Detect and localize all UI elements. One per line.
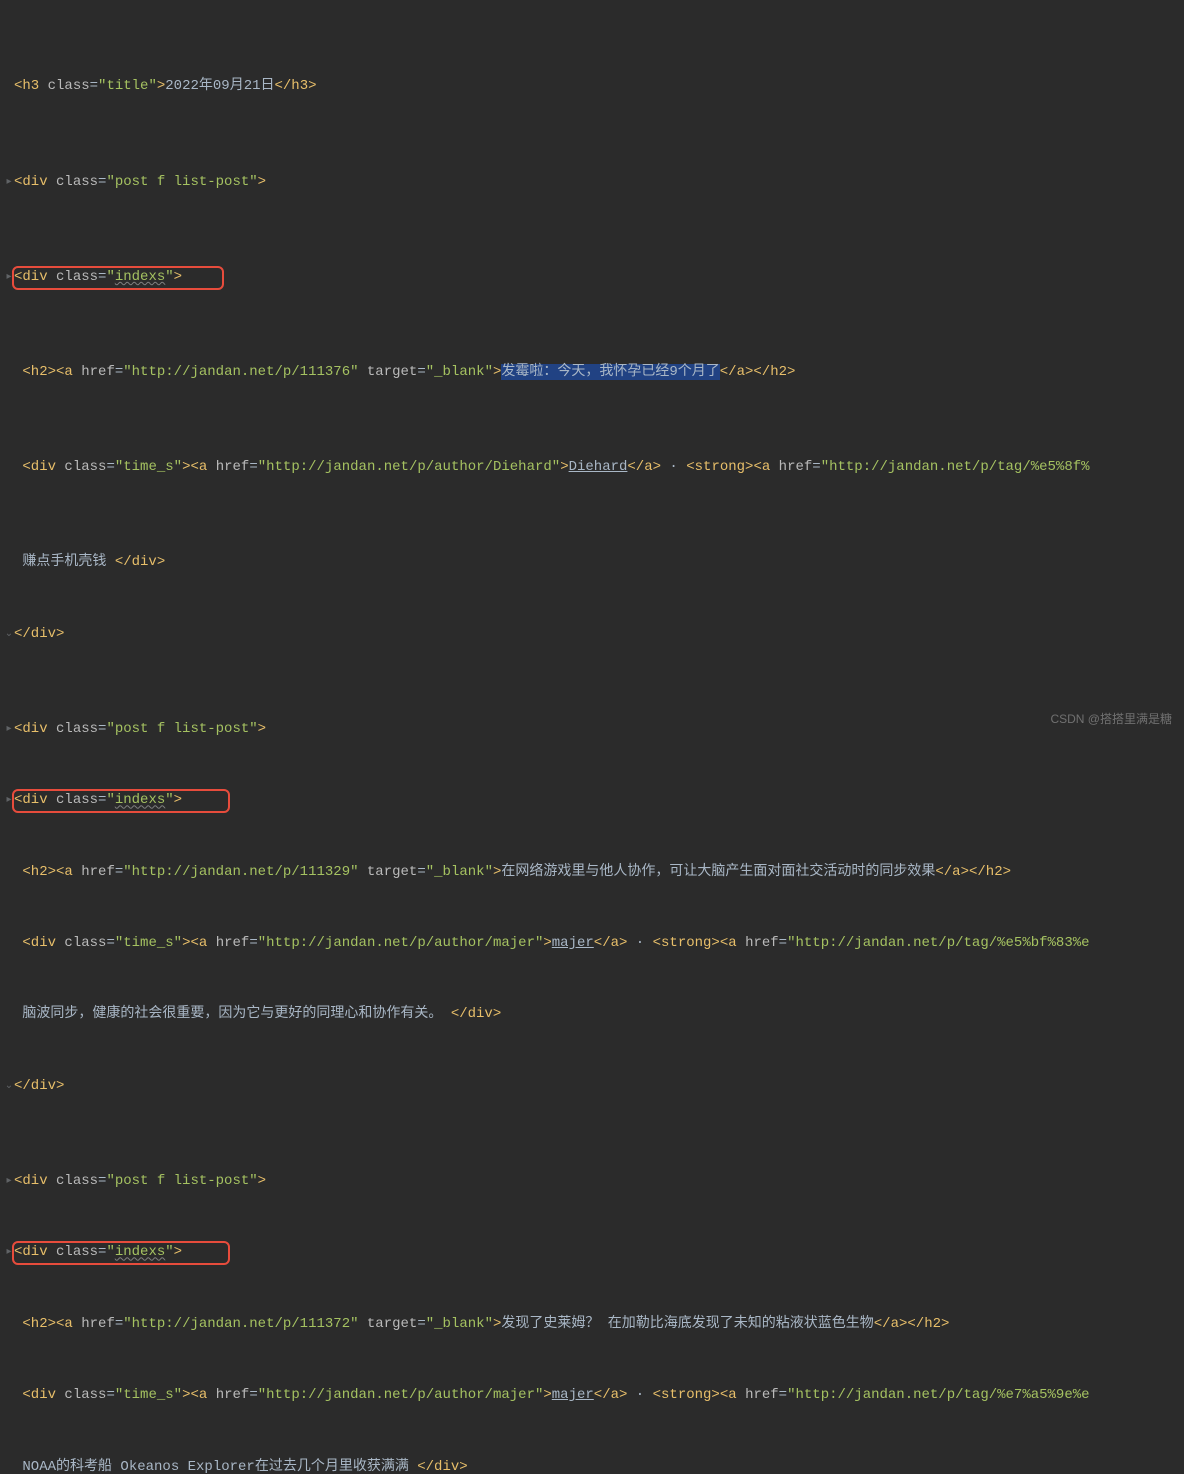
title-date-text: 2022年09月21日 — [165, 78, 274, 94]
post-desc: 赚点手机壳钱 — [22, 554, 114, 570]
selected-text[interactable]: 发霉啦：今天，我怀孕已经9个月了 — [501, 364, 719, 380]
attr-name: class — [48, 78, 90, 94]
code-line[interactable]: ▸<div class="post f list-post"> — [4, 1170, 1184, 1194]
fold-end-icon[interactable]: ⌄ — [5, 1081, 13, 1092]
code-line[interactable]: <div class="time_s"><a href="http://jand… — [4, 1384, 1184, 1408]
attr-value-indexs: indexs — [115, 269, 165, 285]
code-line[interactable]: 赚点手机壳钱 </div> — [4, 551, 1184, 575]
code-line[interactable]: ⌄</div> — [4, 623, 1184, 647]
code-line-boxed[interactable]: ▸<div class="indexs"> — [4, 1241, 1184, 1265]
code-line[interactable]: <h2><a href="http://jandan.net/p/111372"… — [4, 1313, 1184, 1337]
code-editor[interactable]: <h3 class="title">2022年09月21日</h3> ▸<div… — [0, 0, 1184, 1474]
gutter — [4, 75, 14, 99]
code-line-boxed[interactable]: ▸<div class="indexs"> — [4, 266, 1184, 290]
code-line[interactable]: 脑波同步，健康的社会很重要，因为它与更好的同理心和协作有关。 </div> — [4, 1003, 1184, 1027]
fold-icon[interactable]: ▸ — [6, 1176, 11, 1187]
watermark-text: CSDN @搭搭里满是糖 — [1050, 709, 1172, 729]
code-line[interactable]: NOAA的科考船 Okeanos Explorer在过去几个月里收获满满 </d… — [4, 1456, 1184, 1474]
code-line[interactable]: <h3 class="title">2022年09月21日</h3> — [4, 75, 1184, 99]
code-line[interactable]: ▸<div class="post f list-post"> — [4, 718, 1184, 742]
code-line-boxed[interactable]: ▸<div class="indexs"> — [4, 789, 1184, 813]
author-name: Diehard — [569, 459, 628, 475]
fold-icon[interactable]: ▸ — [6, 272, 11, 283]
code-line[interactable]: ▸<div class="post f list-post"> — [4, 171, 1184, 195]
link-text: 在网络游戏里与他人协作，可让大脑产生面对面社交活动时的同步效果 — [501, 864, 935, 880]
fold-icon[interactable]: ▸ — [6, 177, 11, 188]
tag-close: </h3> — [275, 78, 317, 94]
fold-icon[interactable]: ▸ — [6, 795, 11, 806]
code-line[interactable]: <div class="time_s"><a href="http://jand… — [4, 932, 1184, 956]
code-line[interactable]: <h2><a href="http://jandan.net/p/111376"… — [4, 361, 1184, 385]
link-url: http://jandan.net/p/111376 — [132, 364, 350, 380]
code-line[interactable]: <h2><a href="http://jandan.net/p/111329"… — [4, 861, 1184, 885]
code-line[interactable]: <div class="time_s"><a href="http://jand… — [4, 456, 1184, 480]
fold-end-icon[interactable]: ⌄ — [5, 629, 13, 640]
fold-icon[interactable]: ▸ — [6, 724, 11, 735]
code-line[interactable]: ⌄</div> — [4, 1075, 1184, 1099]
attr-value: title — [106, 78, 148, 94]
fold-icon[interactable]: ▸ — [6, 1247, 11, 1258]
tag-open: <h3 — [14, 78, 39, 94]
